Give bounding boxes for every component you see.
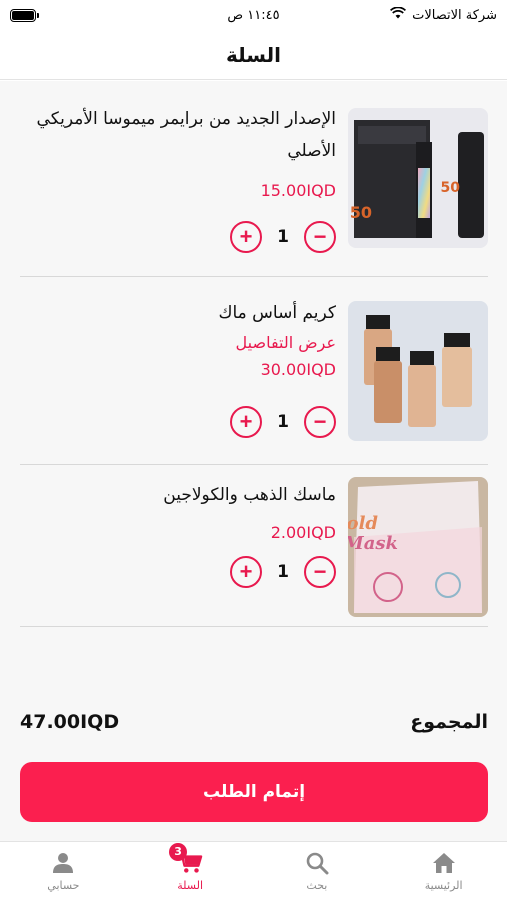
- checkout-button[interactable]: إتمام الطلب: [20, 762, 488, 822]
- total-value: 47.00IQD: [20, 711, 120, 733]
- svg-text:Mask: Mask: [348, 533, 398, 554]
- foundation-product-image[interactable]: [348, 301, 488, 441]
- increase-quantity-button[interactable]: +: [230, 221, 262, 253]
- quantity-value: 1: [277, 227, 289, 247]
- total-row: المجموع 47.00IQD: [20, 708, 488, 736]
- product-name[interactable]: ماسك الذهب والكولاجين: [20, 479, 336, 511]
- decrease-quantity-button[interactable]: −: [304, 556, 336, 588]
- quantity-value: 1: [277, 412, 289, 432]
- quantity-value: 1: [277, 562, 289, 582]
- cart-item: Gold Mask ماسك الذهب والكولاجين 2.00IQD …: [20, 465, 488, 627]
- total-label: المجموع: [410, 711, 488, 733]
- tab-label: حسابي: [47, 878, 80, 892]
- battery-icon: [10, 8, 39, 22]
- decrease-quantity-button[interactable]: −: [304, 406, 336, 438]
- product-price: 15.00IQD: [260, 181, 336, 200]
- page-header: السلة: [0, 30, 507, 80]
- tab-account[interactable]: حسابي: [0, 842, 127, 900]
- cart-icon: 3: [169, 842, 203, 875]
- view-details-link[interactable]: عرض التفاصيل: [20, 333, 336, 352]
- primer-product-image[interactable]: 50 50: [348, 108, 488, 248]
- carrier-name: شركة الاتصالات: [412, 7, 497, 23]
- bottom-tab-bar: الرئيسية بحث 3 السلة حسابي: [0, 841, 507, 900]
- decrease-quantity-button[interactable]: −: [304, 221, 336, 253]
- quantity-stepper: − 1 +: [230, 556, 336, 588]
- svg-text:50: 50: [350, 203, 372, 222]
- quantity-stepper: − 1 +: [230, 406, 336, 438]
- increase-quantity-button[interactable]: +: [230, 406, 262, 438]
- product-name[interactable]: كريم أساس ماك: [20, 297, 336, 329]
- tab-search[interactable]: بحث: [254, 842, 381, 900]
- battery-indicator: [10, 8, 39, 22]
- cart-item: 50 50 الإصدار الجديد من برايمر ميموسا ال…: [20, 81, 488, 277]
- quantity-stepper: − 1 +: [230, 221, 336, 253]
- tab-label: الرئيسية: [424, 878, 463, 892]
- increase-quantity-button[interactable]: +: [230, 556, 262, 588]
- search-icon: [304, 851, 330, 875]
- wifi-icon: [390, 6, 407, 23]
- person-icon: [50, 851, 76, 875]
- cart-count-badge: 3: [169, 842, 188, 861]
- status-bar: ١١:٤٥ ص شركة الاتصالات: [0, 0, 507, 30]
- product-price: 30.00IQD: [260, 360, 336, 379]
- cart-item: كريم أساس ماك عرض التفاصيل 30.00IQD − 1 …: [20, 277, 488, 465]
- product-price: 2.00IQD: [270, 523, 336, 542]
- tab-cart[interactable]: 3 السلة: [127, 842, 254, 900]
- tab-label: السلة: [177, 878, 204, 892]
- product-name[interactable]: الإصدار الجديد من برايمر ميموسا الأمريكي…: [20, 103, 336, 167]
- tab-label: بحث: [306, 878, 328, 892]
- page-title: السلة: [225, 42, 281, 67]
- gold-mask-product-image[interactable]: Gold Mask: [348, 477, 488, 617]
- home-icon: [431, 851, 457, 875]
- cart-content[interactable]: 50 50 الإصدار الجديد من برايمر ميموسا ال…: [0, 81, 507, 841]
- tab-home[interactable]: الرئيسية: [380, 842, 507, 900]
- svg-text:50: 50: [441, 180, 461, 196]
- svg-text:Gold: Gold: [348, 513, 378, 534]
